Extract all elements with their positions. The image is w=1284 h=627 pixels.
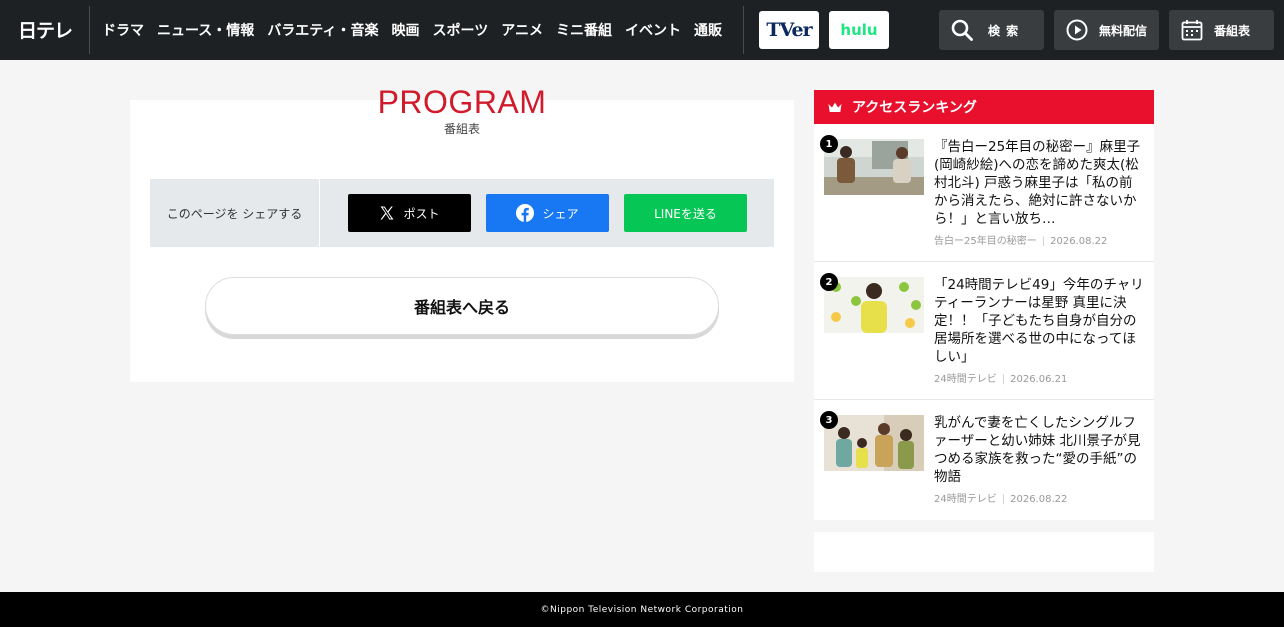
share-label: このページを シェアする — [150, 179, 320, 247]
header-divider — [743, 6, 744, 54]
ntv-logo[interactable]: 日テレ — [18, 18, 73, 44]
hulu-link[interactable]: hulu — [829, 11, 889, 49]
ranking-thumbnail — [824, 139, 924, 195]
main-nav: ドラマ ニュース・情報 バラエティ・音楽 映画 スポーツ アニメ ミニ番組 イベ… — [102, 20, 722, 42]
page-title: PROGRAM — [377, 84, 547, 120]
ranking-item-date: 2026.08.22 — [1050, 236, 1108, 247]
search-button-label: 検 索 — [988, 23, 1020, 38]
page-subtitle: 番組表 — [443, 122, 480, 136]
ranking-thumbnail — [824, 277, 924, 333]
rank-badge: 1 — [820, 135, 838, 153]
free-stream-button[interactable]: 無料配信 — [1054, 10, 1159, 50]
nav-item-shopping[interactable]: 通販 — [694, 20, 722, 42]
crown-icon — [828, 102, 842, 113]
ranking-header: アクセスランキング — [814, 90, 1154, 124]
share-line-button[interactable]: LINEを送る — [624, 194, 747, 232]
ranking-item-category: 告白ー25年目の秘密ー — [934, 236, 1037, 247]
nav-item-drama[interactable]: ドラマ — [102, 20, 144, 42]
ad-slot — [814, 532, 1154, 572]
free-stream-label: 無料配信 — [1099, 23, 1148, 38]
search-button[interactable]: 検 索 — [939, 10, 1044, 50]
ranking-panel: アクセスランキング 1 『告白ー25年目の秘密ー』麻里子(岡崎紗絵)への恋を諦め… — [814, 90, 1154, 520]
search-icon — [950, 18, 974, 42]
ranking-item-date: 2026.06.21 — [1010, 374, 1068, 385]
ranking-item-meta: 24時間テレビ | 2026.06.21 — [934, 374, 1068, 385]
nav-item-mini[interactable]: ミニ番組 — [556, 20, 612, 42]
ranking-item-title: 「24時間テレビ49」今年のチャリティーランナーは星野 真里に決定！！「子どもた… — [934, 277, 1144, 365]
nav-item-event[interactable]: イベント — [625, 20, 681, 42]
share-facebook-button[interactable]: シェア — [486, 194, 609, 232]
share-facebook-label: シェア — [542, 206, 579, 221]
hulu-logo: hulu — [840, 21, 878, 39]
nav-item-sports[interactable]: スポーツ — [432, 20, 488, 42]
tver-link[interactable]: TVer — [759, 11, 819, 49]
nav-item-news[interactable]: ニュース・情報 — [157, 20, 254, 42]
nav-item-variety[interactable]: バラエティ・音楽 — [267, 20, 378, 42]
header-divider — [89, 6, 90, 54]
site-header: 日テレ ドラマ ニュース・情報 バラエティ・音楽 映画 スポーツ アニメ ミニ番… — [0, 0, 1284, 60]
site-footer: ©Nippon Television Network Corporation — [0, 592, 1284, 627]
program-guide-label: 番組表 — [1214, 23, 1251, 38]
ranking-item-title: 乳がんで妻を亡くしたシングルファーザーと幼い姉妹 北川景子が見つめる家族を救った… — [934, 415, 1141, 485]
play-icon — [1065, 18, 1089, 42]
ranking-item-category: 24時間テレビ — [934, 494, 997, 505]
program-card: PROGRAM 番組表 このページを シェアする ポスト シェア LINEを送る… — [130, 84, 794, 382]
copyright-text: ©Nippon Television Network Corporation — [540, 604, 744, 615]
ranking-item-title: 『告白ー25年目の秘密ー』麻里子(岡崎紗絵)への恋を諦めた爽太(松村北斗) 戸惑… — [934, 139, 1141, 227]
ranking-thumbnail — [824, 415, 924, 471]
back-to-guide-button[interactable]: 番組表へ戻る — [205, 277, 719, 335]
ranking-item-date: 2026.08.22 — [1010, 494, 1068, 505]
program-guide-button[interactable]: 番組表 — [1169, 10, 1274, 50]
rank-badge: 3 — [820, 411, 838, 429]
share-bar: このページを シェアする ポスト シェア LINEを送る — [150, 179, 774, 247]
facebook-icon — [516, 204, 535, 222]
tver-logo: TVer — [766, 19, 812, 41]
ranking-item[interactable]: 2 「24時間テレビ49」今年のチャリティーランナーは星野 真里に決定！！「子ど… — [814, 262, 1154, 400]
nav-item-anime[interactable]: アニメ — [501, 20, 543, 42]
share-x-button[interactable]: ポスト — [348, 194, 471, 232]
share-x-label: ポスト — [403, 206, 440, 221]
x-icon — [379, 205, 395, 221]
ranking-item-category: 24時間テレビ — [934, 374, 997, 385]
calendar-icon — [1180, 18, 1204, 42]
rank-badge: 2 — [820, 273, 838, 291]
ranking-item-meta: 24時間テレビ | 2026.08.22 — [934, 494, 1068, 505]
ranking-item[interactable]: 1 『告白ー25年目の秘密ー』麻里子(岡崎紗絵)への恋を諦めた爽太(松村北斗) … — [814, 124, 1154, 262]
share-line-label: LINEを送る — [654, 206, 717, 221]
ranking-item[interactable]: 3 乳がんで妻を亡くしたシングルファーザーと幼い姉妹 北川景子が見つめる家族を救… — [814, 400, 1154, 520]
nav-item-movie[interactable]: 映画 — [391, 20, 419, 42]
ranking-title: アクセスランキング — [852, 100, 977, 116]
ranking-item-meta: 告白ー25年目の秘密ー | 2026.08.22 — [934, 236, 1108, 247]
